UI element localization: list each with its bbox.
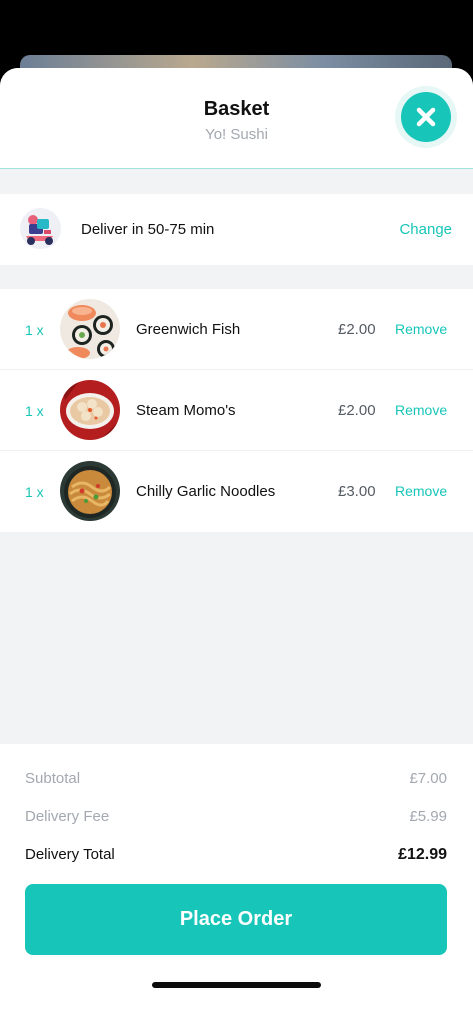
delivery-fee-value: £5.99 bbox=[409, 808, 447, 825]
basket-sheet: Basket Yo! Sushi Deliver in 50-75 min Ch… bbox=[0, 68, 473, 1024]
sushi-photo-icon bbox=[60, 299, 120, 359]
delivery-fee-row: Delivery Fee £5.99 bbox=[25, 808, 447, 828]
change-delivery-link[interactable]: Change bbox=[399, 221, 452, 238]
subtotal-row: Subtotal £7.00 bbox=[25, 770, 447, 790]
momo-photo-icon bbox=[60, 380, 120, 440]
delivery-time-text: Deliver in 50-75 min bbox=[81, 221, 215, 238]
delivery-scooter-icon bbox=[20, 208, 61, 249]
remove-item-button[interactable]: Remove bbox=[395, 483, 447, 499]
item-name: Chilly Garlic Noodles bbox=[136, 483, 276, 500]
close-button[interactable] bbox=[395, 86, 457, 148]
item-name: Greenwich Fish bbox=[136, 321, 241, 338]
item-price: £2.00 bbox=[338, 321, 376, 338]
delivery-total-label: Delivery Total bbox=[25, 846, 115, 863]
list-item: 1 x Chilly Garlic Noodles £3.00 Remove bbox=[0, 451, 473, 532]
subtotal-value: £7.00 bbox=[409, 770, 447, 787]
item-price: £2.00 bbox=[338, 402, 376, 419]
remove-item-button[interactable]: Remove bbox=[395, 321, 447, 337]
delivery-total-row: Delivery Total £12.99 bbox=[25, 846, 447, 866]
subtotal-label: Subtotal bbox=[25, 770, 81, 787]
item-quantity: 1 x bbox=[25, 403, 44, 419]
noodles-photo-icon bbox=[60, 461, 120, 521]
place-order-button[interactable]: Place Order bbox=[25, 884, 447, 955]
order-summary: Subtotal £7.00 Delivery Fee £5.99 Delive… bbox=[0, 744, 473, 1024]
list-item: 1 x Steam Momo's £2.00 Remove bbox=[0, 370, 473, 451]
item-price: £3.00 bbox=[338, 483, 376, 500]
delivery-fee-label: Delivery Fee bbox=[25, 808, 110, 825]
list-item: 1 x Greenwich Fish £2.00 Remove bbox=[0, 289, 473, 370]
item-name: Steam Momo's bbox=[136, 402, 236, 419]
basket-header: Basket Yo! Sushi bbox=[0, 68, 473, 169]
home-indicator[interactable] bbox=[152, 982, 321, 988]
item-quantity: 1 x bbox=[25, 484, 44, 500]
basket-items-list: 1 x Greenwich Fish £2.00 Remove 1 x Stea… bbox=[0, 289, 473, 532]
item-quantity: 1 x bbox=[25, 322, 44, 338]
delivery-total-value: £12.99 bbox=[398, 846, 447, 863]
delivery-time-row: Deliver in 50-75 min Change bbox=[0, 194, 473, 265]
close-icon bbox=[401, 92, 451, 142]
remove-item-button[interactable]: Remove bbox=[395, 402, 447, 418]
